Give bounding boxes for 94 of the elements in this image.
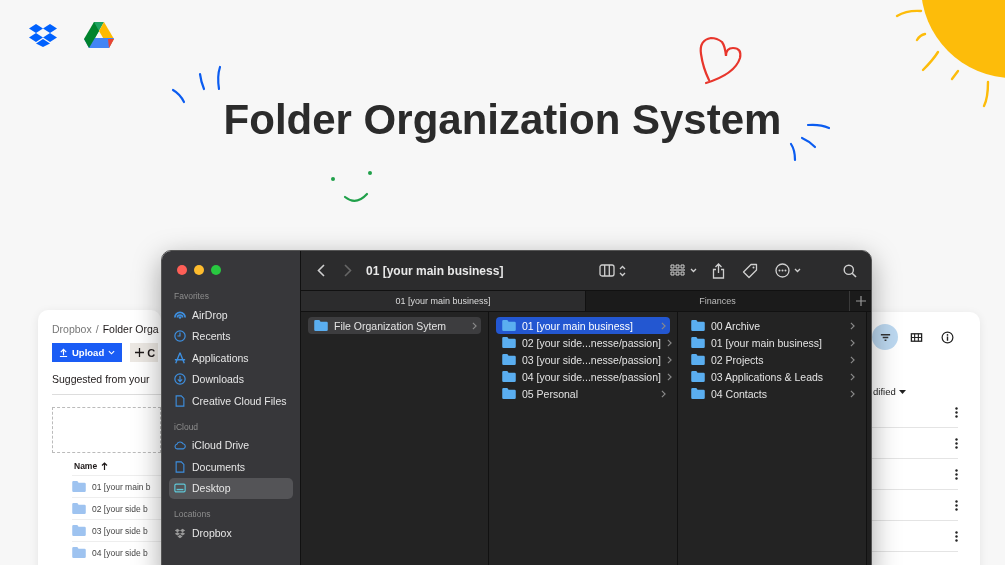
more-icon[interactable] [775, 263, 790, 278]
document-icon [174, 394, 186, 407]
minimize-button[interactable] [194, 265, 204, 275]
folder-row[interactable]: 04 Contacts [685, 385, 859, 402]
file-name[interactable]: 04 [your side b [92, 547, 148, 558]
headline: Folder Organization System [223, 95, 782, 145]
breadcrumb-separator: / [95, 323, 99, 335]
folder-icon [691, 388, 705, 399]
folder-row[interactable]: 03 [your side...nesse/passion] [496, 351, 670, 368]
plus-icon[interactable] [855, 296, 866, 306]
folder-row[interactable]: 05 Personal [496, 385, 670, 402]
sidebar-heading: iCloud [174, 421, 200, 432]
folder-row[interactable]: 01 [your main business] [496, 317, 670, 334]
filter-button[interactable] [872, 324, 898, 350]
sidebar-item[interactable]: Desktop [169, 477, 293, 499]
up-down-icon[interactable] [619, 264, 626, 277]
desktop-icon [174, 482, 186, 495]
sidebar-item[interactable]: Applications [169, 347, 293, 369]
breadcrumb-item[interactable]: Folder Orga [102, 323, 159, 335]
folder-row[interactable]: 00 Archive [685, 317, 859, 334]
more-icon[interactable] [955, 437, 958, 449]
box-logo-icon [29, 23, 57, 47]
file-name[interactable]: 01 [your main b [92, 481, 151, 492]
folder-row[interactable]: 01 [your main business] [685, 334, 859, 351]
sidebar-item[interactable]: AirDrop [169, 304, 293, 326]
more-icon[interactable] [955, 406, 958, 418]
triangle-logo-icon [84, 22, 114, 48]
column-header[interactable]: dified [873, 386, 896, 397]
chevron-right-icon [472, 321, 477, 330]
folder-icon [502, 320, 516, 331]
sidebar-item[interactable]: Dropbox [169, 522, 293, 544]
chevron-down-icon[interactable] [794, 268, 801, 273]
folder-row[interactable]: File Organization Sytem [308, 317, 481, 334]
folder-icon [314, 320, 328, 331]
folder-icon [691, 371, 705, 382]
clock-icon [174, 330, 186, 343]
plus-icon [135, 348, 145, 357]
folder-icon [72, 481, 86, 492]
caret-icon [898, 389, 906, 394]
sidebar-item[interactable]: Recents [169, 325, 293, 347]
zoom-button[interactable] [211, 265, 221, 275]
tab[interactable]: 01 [your main business] [301, 291, 585, 311]
lines-doodle [172, 66, 224, 104]
boxes-icon [174, 526, 186, 539]
section-heading: Suggested from your [52, 373, 161, 395]
document-icon [174, 460, 186, 473]
folder-icon [502, 354, 516, 365]
sidebar-item[interactable]: iCloud Drive [169, 434, 293, 456]
file-name[interactable]: 02 [your side b [92, 503, 148, 514]
chevron-down-icon[interactable] [690, 268, 697, 273]
create-button[interactable]: C [130, 343, 159, 362]
sidebar-item[interactable]: Downloads [169, 368, 293, 390]
tag-icon[interactable] [742, 262, 758, 279]
file-name[interactable]: 03 [your side b [92, 525, 148, 536]
columns-view-icon[interactable] [599, 264, 615, 277]
share-icon[interactable] [712, 262, 725, 279]
grid-view-icon[interactable] [670, 264, 685, 277]
apps-icon [174, 351, 186, 364]
sidebar-item[interactable]: Documents [169, 456, 293, 478]
more-icon[interactable] [955, 468, 958, 480]
more-icon[interactable] [955, 530, 958, 542]
upload-icon [59, 348, 68, 357]
sidebar-heading: Favorites [174, 291, 210, 301]
search-icon[interactable] [843, 263, 857, 278]
info-icon [940, 330, 954, 344]
upload-button[interactable]: Upload [52, 343, 123, 362]
folder-row[interactable]: 02 Projects [685, 351, 859, 368]
folder-icon [502, 388, 516, 399]
window-title: 01 [your main business] [366, 263, 504, 278]
folder-icon [72, 547, 86, 558]
back-icon[interactable] [317, 264, 325, 277]
sidebar-item[interactable]: Creative Cloud Files [169, 390, 293, 412]
caret-icon [108, 350, 116, 355]
more-icon[interactable] [955, 499, 958, 511]
close-button[interactable] [177, 265, 187, 275]
cloud-icon [174, 439, 186, 452]
folder-icon [72, 503, 86, 514]
folder-icon [691, 337, 705, 348]
folder-icon [691, 354, 705, 365]
download-icon [174, 373, 186, 386]
forward-icon[interactable] [344, 264, 352, 277]
folder-icon [502, 371, 516, 382]
column-header[interactable]: Name [74, 461, 98, 471]
folder-row[interactable]: 04 [your side...nesse/passion] [496, 368, 670, 385]
folder-icon [72, 525, 86, 536]
folder-icon [502, 337, 516, 348]
folder-row[interactable]: 03 Applications & Leads [685, 368, 859, 385]
grid-icon [909, 330, 923, 344]
folder-row[interactable]: 02 [your side...nesse/passion] [496, 334, 670, 351]
breadcrumb-item[interactable]: Dropbox [52, 323, 92, 335]
lines-doodle [788, 124, 832, 161]
sort-arrow-icon [101, 462, 109, 470]
folder-icon [691, 320, 705, 331]
sidebar-heading: Locations [174, 509, 212, 519]
